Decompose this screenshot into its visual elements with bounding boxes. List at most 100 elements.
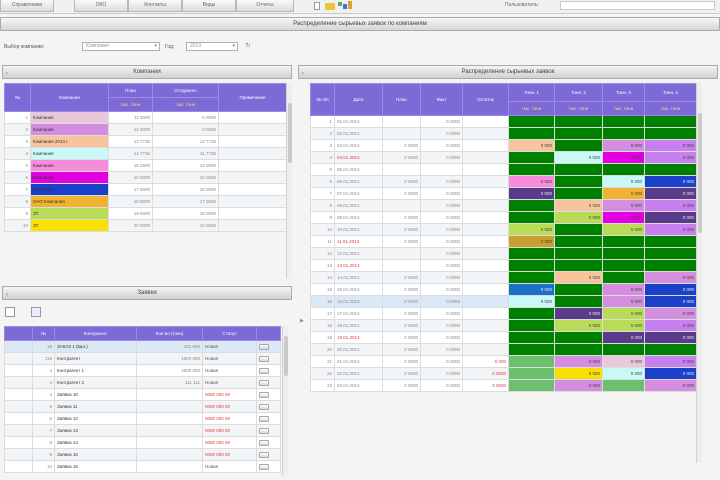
company-row[interactable]: 3 Компания 2013 г. 13 7735 13 7735: [4, 135, 287, 148]
tonnage-cell[interactable]: 0 000: [602, 331, 645, 344]
distribution-row[interactable]: 6 06.01.2013 0 0000 0 0000 0 000 0 000 0 000: [310, 175, 697, 188]
tonnage-cell[interactable]: 0 000: [508, 187, 555, 200]
tonnage-cell[interactable]: 0 000: [644, 271, 697, 284]
distribution-row[interactable]: 1 01.01.2013 0 0000: [310, 115, 697, 128]
request-action-button[interactable]: [259, 343, 269, 350]
request-row[interactable]: 18 ЗАКАЗ 1 (вал.) 101 000 Новая: [4, 340, 281, 353]
tonnage-cell[interactable]: 0 000: [508, 223, 555, 236]
tonnage-cell[interactable]: 0 000: [602, 355, 645, 368]
chart-icon-2[interactable]: [343, 4, 347, 9]
distribution-row[interactable]: 16 16.01.2013 0 0000 0 0000 0 000 0 000 0 000: [310, 295, 697, 308]
tonnage-cell[interactable]: [554, 331, 603, 344]
tonnage-cell[interactable]: 0 000: [554, 307, 603, 320]
request-action-button[interactable]: [259, 427, 269, 434]
tonnage-cell[interactable]: 0 000: [508, 235, 555, 248]
tonnage-cell[interactable]: [508, 199, 555, 212]
tonnage-cell[interactable]: [554, 187, 603, 200]
distribution-row[interactable]: 9 09.01.2013 0 0000 0 0000 0 000 0 000 0 000: [310, 211, 697, 224]
company-row[interactable]: 9 ЗТ 19 0000 18 0000: [4, 207, 287, 220]
requests-panel-header[interactable]: ‹ Заявки: [2, 286, 292, 300]
col-fact[interactable]: Факт: [420, 83, 463, 116]
request-row[interactable]: 119 Контрагент 1000 000 Новая: [4, 352, 281, 365]
col-qty[interactable]: Кол-во (тонн): [136, 326, 203, 341]
tonnage-cell[interactable]: 0 000: [554, 355, 603, 368]
request-action-button[interactable]: [259, 379, 269, 386]
tonnage-cell[interactable]: [602, 115, 645, 128]
col-plan[interactable]: План: [108, 83, 153, 98]
request-action-button[interactable]: [259, 403, 269, 410]
request-row[interactable]: 8 Заявка 14 0000 000 00: [4, 436, 281, 449]
tonnage-cell[interactable]: [508, 211, 555, 224]
tonnage-cell[interactable]: 0 000: [644, 151, 697, 164]
col-row-num[interactable]: № п/п: [310, 83, 335, 116]
distribution-row[interactable]: 2 02.01.2013 0 0000: [310, 127, 697, 140]
distribution-row[interactable]: 5 05.01.2013: [310, 163, 697, 176]
request-select-cell[interactable]: [4, 412, 33, 425]
request-action-button[interactable]: [259, 451, 269, 458]
tonnage-cell[interactable]: [644, 259, 697, 272]
company-row[interactable]: 7 Компания 17 0000 16 0000: [4, 183, 287, 196]
tonnage-cell[interactable]: 0 000: [644, 331, 697, 344]
distribution-row[interactable]: 20 20.01.2013 0 0000 0 0000: [310, 343, 697, 356]
tonnage-cell[interactable]: [644, 163, 697, 176]
chart-icon-3[interactable]: [348, 1, 352, 9]
tonnage-cell[interactable]: [644, 235, 697, 248]
tonnage-cell[interactable]: 0 000: [644, 367, 697, 380]
distribution-row[interactable]: 8 08.01.2013 0 0000 0 000 0 000 0 000: [310, 199, 697, 212]
tonnage-cell[interactable]: 0 000: [602, 199, 645, 212]
request-action-button[interactable]: [259, 439, 269, 446]
tonnage-cell[interactable]: [508, 271, 555, 284]
distribution-row[interactable]: 11 11.01.2013 0 0000 0 0000 0 000: [310, 235, 697, 248]
menu-button-views[interactable]: Виды: [182, 0, 236, 12]
tonnage-cell[interactable]: 0 000: [554, 271, 603, 284]
distribution-row[interactable]: 7 07.01.2013 0 0000 0 0000 0 000 0 000 0 000: [310, 187, 697, 200]
folder-icon[interactable]: [325, 3, 335, 10]
tonnage-cell[interactable]: [554, 259, 603, 272]
distribution-row[interactable]: 21 21.01.2013 0 0000 0 0000 0 000 0 000 0 000 0…: [310, 355, 697, 368]
tonnage-cell[interactable]: 0 000: [644, 379, 697, 392]
company-row[interactable]: 6 Компания 16 0000 15 0000: [4, 171, 287, 184]
request-action-button[interactable]: [259, 415, 269, 422]
distribution-row[interactable]: 13 13.01.2013 0 0000: [310, 259, 697, 272]
tonnage-cell[interactable]: 0 000: [508, 175, 555, 188]
tonnage-cell[interactable]: [554, 163, 603, 176]
company-row[interactable]: 8 ОАО Компания 18 0000 17 0000: [4, 195, 287, 208]
tonnage-cell[interactable]: 0 000: [554, 211, 603, 224]
tonnage-cell[interactable]: 0 000: [508, 295, 555, 308]
tonnage-cell[interactable]: 0 000: [602, 319, 645, 332]
tonnage-cell[interactable]: 0 000: [602, 211, 645, 224]
request-action-button[interactable]: [259, 355, 269, 362]
tonnage-cell[interactable]: 0 000: [644, 139, 697, 152]
tonnage-cell[interactable]: [554, 115, 603, 128]
tonnage-cell[interactable]: 0 000: [554, 199, 603, 212]
tonnage-cell[interactable]: [644, 115, 697, 128]
tonnage-cell[interactable]: [508, 331, 555, 344]
request-select-cell[interactable]: [4, 388, 33, 401]
tonnage-cell[interactable]: 0 000: [554, 151, 603, 164]
distribution-scrollbar[interactable]: [696, 83, 702, 463]
tonnage-cell[interactable]: [508, 247, 555, 260]
col-shipped[interactable]: Отгружено: [152, 83, 219, 98]
request-row[interactable]: 4 Контрагент 2 111 111 Новая: [4, 376, 281, 389]
distribution-row[interactable]: 19 19.01.2013 0 0000 0 0000 0 000 0 000: [310, 331, 697, 344]
request-action-button[interactable]: [259, 463, 269, 470]
tonnage-cell[interactable]: 0 000: [644, 187, 697, 200]
tonnage-cell[interactable]: [508, 367, 555, 380]
request-select-cell[interactable]: [4, 460, 33, 473]
request-row[interactable]: 4 Заявка 10 0000 000 00: [4, 388, 281, 401]
distribution-row[interactable]: 17 17.01.2013 0 0000 0 0000 0 000 0 000 0 000: [310, 307, 697, 320]
tonnage-cell[interactable]: [644, 127, 697, 140]
col-tonnage-2[interactable]: Тонн. 2: [554, 83, 603, 102]
tonnage-cell[interactable]: 0 000: [602, 283, 645, 296]
tonnage-cell[interactable]: 0 000: [554, 319, 603, 332]
tonnage-cell[interactable]: [602, 259, 645, 272]
distribution-row[interactable]: 10 10.01.2013 0 0000 0 0000 0 000 0 000 0 000: [310, 223, 697, 236]
request-select-cell[interactable]: [4, 340, 33, 353]
tonnage-cell[interactable]: [554, 139, 603, 152]
col-tonnage-3[interactable]: Тонн. 3: [602, 83, 645, 102]
tonnage-cell[interactable]: 0 000: [644, 199, 697, 212]
tonnage-cell[interactable]: [508, 355, 555, 368]
distribution-row[interactable]: 12 12.01.2013 0 0000: [310, 247, 697, 260]
request-select-cell[interactable]: [4, 424, 33, 437]
tonnage-cell[interactable]: [602, 235, 645, 248]
